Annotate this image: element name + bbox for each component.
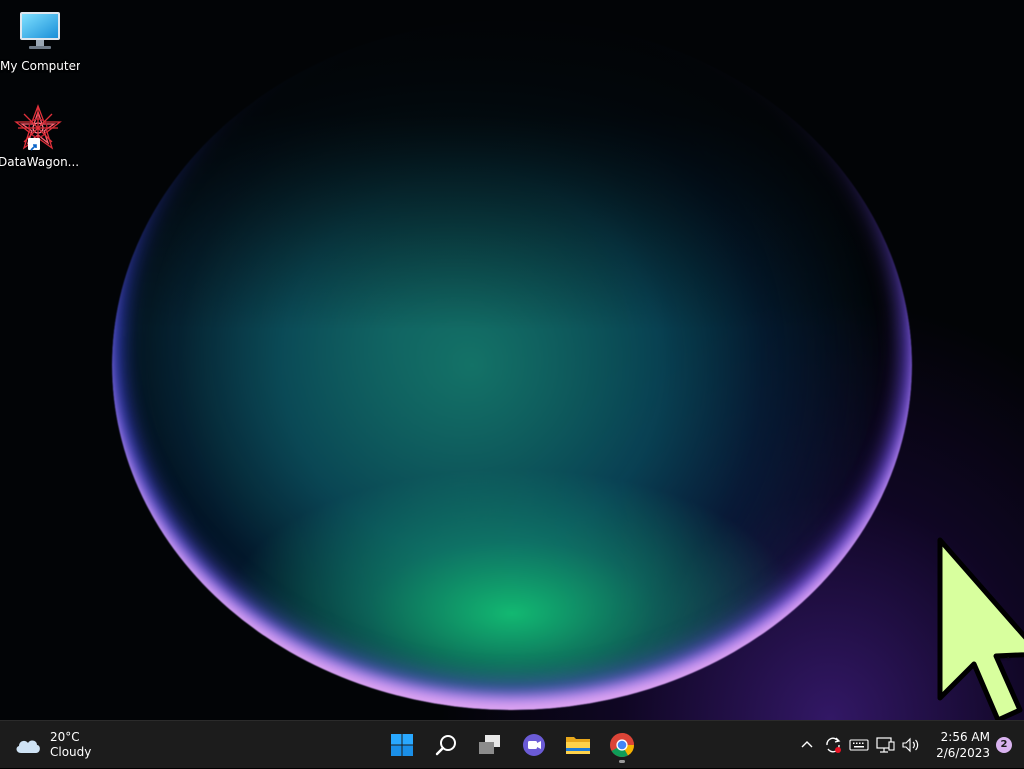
chrome-icon — [610, 733, 634, 758]
weather-condition: Cloudy — [50, 745, 92, 759]
clock[interactable]: 2:56 AM 2/6/2023 — [932, 729, 990, 761]
keyboard-button[interactable] — [846, 731, 872, 759]
cloud-icon — [16, 740, 40, 753]
recycle-bin-icon — [951, 596, 999, 644]
desktop-icon-label: Recycle Bin — [940, 647, 1010, 661]
computer-icon — [16, 8, 64, 56]
file-explorer-button[interactable] — [558, 725, 598, 765]
notification-badge[interactable]: 2 — [996, 737, 1012, 753]
wallpaper-bloom — [112, 20, 912, 710]
clock-time: 2:56 AM — [940, 730, 990, 744]
desktop-icon-label: My Computer — [0, 59, 80, 73]
datawagon-app-icon — [14, 104, 62, 152]
sync-button[interactable] — [820, 731, 846, 759]
running-indicator — [619, 760, 625, 763]
search-icon — [435, 735, 456, 756]
show-hidden-icons-button[interactable] — [794, 731, 820, 759]
desktop-icon-label: DataWagon... — [0, 155, 78, 169]
task-view-icon — [479, 735, 500, 754]
network-icon — [876, 737, 895, 753]
chrome-button[interactable] — [602, 725, 642, 765]
desktop-icon-my-computer[interactable]: My Computer — [0, 8, 80, 73]
weather-temperature: 20°C — [50, 730, 80, 744]
desktop-icon-recycle-bin[interactable]: Recycle Bin — [935, 596, 1015, 661]
search-button[interactable] — [426, 725, 466, 765]
desktop[interactable]: My Computer DataWagon... Recycle Bin — [0, 0, 1024, 720]
shortcut-arrow-icon — [28, 138, 40, 151]
keyboard-icon — [849, 739, 869, 751]
volume-icon — [902, 737, 919, 753]
folder-icon — [566, 737, 590, 754]
windows-start-icon — [391, 734, 413, 756]
weather-widget[interactable]: 20°C Cloudy — [14, 727, 91, 763]
task-view-button[interactable] — [470, 725, 510, 765]
chat-button[interactable] — [514, 725, 554, 765]
system-tray: 2:56 AM 2/6/2023 2 — [794, 721, 1024, 769]
sync-icon — [826, 737, 841, 753]
taskbar-apps — [380, 721, 644, 769]
start-button[interactable] — [382, 725, 422, 765]
taskbar: 20°C Cloudy 2:56 AM 2/6/2023 2 — [0, 720, 1024, 768]
volume-button[interactable] — [898, 731, 924, 759]
desktop-icon-datawagon[interactable]: DataWagon... — [0, 104, 78, 169]
clock-date: 2/6/2023 — [936, 746, 990, 760]
chat-icon — [523, 734, 545, 756]
network-button[interactable] — [872, 731, 898, 759]
chevron-up-icon — [801, 741, 813, 748]
